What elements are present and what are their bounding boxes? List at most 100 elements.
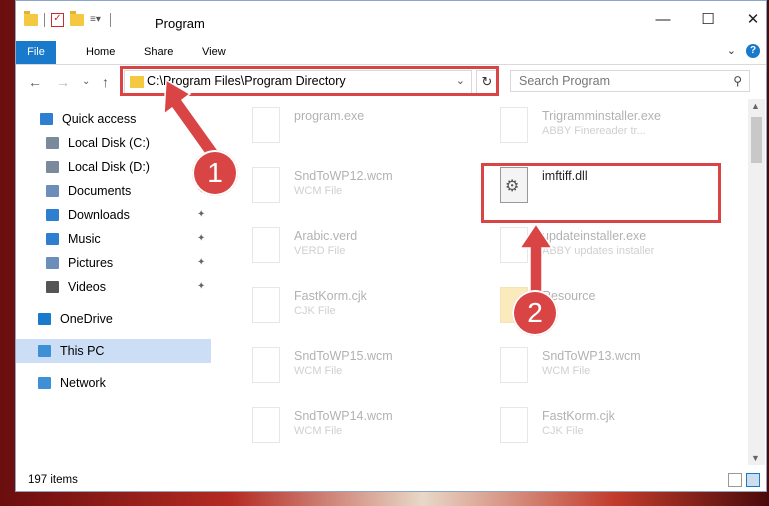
tab-file[interactable]: File (16, 41, 56, 64)
videos-icon (46, 281, 59, 293)
file-item[interactable]: SndToWP15.wcm WCM File (244, 343, 484, 397)
sidebar-item-label: Downloads (68, 208, 130, 222)
help-icon[interactable]: ? (746, 44, 760, 58)
sidebar-item-label: Quick access (62, 112, 137, 126)
sidebar-item-label: Local Disk (C:) (68, 136, 150, 150)
search-box[interactable]: Search Program ⚲ (510, 70, 750, 92)
file-item[interactable]: FastKorm.cjk CJK File (492, 403, 732, 457)
file-icon (500, 347, 528, 383)
folder-icon (24, 11, 38, 26)
file-name: FastKorm.cjk (542, 409, 615, 423)
pin-icon[interactable]: ✦ (197, 227, 205, 251)
vertical-scrollbar[interactable]: ▲ ▼ (748, 99, 765, 465)
search-input[interactable]: Search Program (519, 74, 610, 88)
pin-icon[interactable]: ✦ (197, 203, 205, 227)
cloud-icon (38, 313, 51, 325)
file-list: program.exe Trigramminstaller.exe ABBY Fin… (226, 99, 748, 465)
sidebar-item-label: Videos (68, 280, 106, 294)
search-icon[interactable]: ⚲ (733, 74, 742, 88)
file-type: CJK File (294, 305, 336, 317)
file-item[interactable]: FastKorm.cjk CJK File (244, 283, 484, 337)
drive-icon (46, 161, 59, 173)
close-button[interactable]: ✕ (738, 9, 768, 31)
music-icon (46, 233, 59, 245)
sidebar-item-videos[interactable]: Videos ✦ (16, 275, 211, 299)
computer-icon (38, 345, 51, 357)
callout-1: 1 (192, 150, 238, 196)
file-icon (500, 407, 528, 443)
minimize-button[interactable]: — (648, 9, 678, 31)
documents-icon (46, 185, 59, 197)
network-icon (38, 377, 51, 389)
download-icon (46, 209, 59, 221)
file-name: SndToWP15.wcm (294, 349, 393, 363)
file-item[interactable]: Arabic.verd VERD File (244, 223, 484, 277)
file-item[interactable]: Trigramminstaller.exe ABBY Finereader tr.… (492, 103, 732, 157)
customize-toolbar-icon[interactable]: ≡▾ (90, 14, 104, 26)
properties-icon[interactable]: ✓ (51, 13, 64, 27)
file-item[interactable]: SndToWP12.wcm WCM File (244, 163, 484, 217)
item-count: 197 items (28, 474, 78, 486)
star-icon (40, 113, 53, 125)
new-folder-icon[interactable] (70, 11, 84, 26)
quick-access-toolbar: ✓ ≡▾ (24, 11, 111, 27)
window-title: Program (155, 16, 205, 31)
tab-share[interactable]: Share (136, 41, 181, 64)
file-type: WCM File (294, 365, 343, 377)
file-item[interactable]: program.exe (244, 103, 484, 157)
ribbon: File Home Share View ⌄ ? (16, 41, 766, 65)
file-type: CJK File (542, 425, 584, 437)
file-icon (252, 407, 280, 443)
file-type: WCM File (542, 365, 591, 377)
sidebar-item-documents[interactable]: Documents✦ (16, 179, 211, 203)
file-type: WCM File (294, 425, 343, 437)
pin-icon[interactable]: ✦ (197, 251, 205, 275)
file-icon (500, 107, 528, 143)
details-view-icon[interactable] (728, 473, 742, 487)
sidebar-item-label: Network (60, 376, 106, 390)
back-icon[interactable]: ← (28, 74, 42, 90)
file-name: Trigramminstaller.exe (542, 109, 662, 123)
scrollbar-thumb[interactable] (751, 117, 762, 163)
sidebar-item-label: OneDrive (60, 312, 113, 326)
status-bar: 197 items (16, 471, 766, 491)
file-icon (252, 347, 280, 383)
forward-icon[interactable]: → (56, 74, 70, 90)
file-name: SndToWP13.wcm (542, 349, 641, 363)
scroll-down-icon[interactable]: ▼ (751, 453, 760, 463)
maximize-button[interactable]: ☐ (693, 9, 723, 31)
pictures-icon (46, 257, 59, 269)
file-icon (252, 227, 280, 263)
file-name: SndToWP14.wcm (294, 409, 393, 423)
explorer-window: ✓ ≡▾ Program — ☐ ✕ File Home Share View … (15, 0, 767, 492)
file-type: VERD File (294, 245, 346, 257)
pin-icon[interactable]: ✦ (197, 275, 205, 299)
sidebar-item-downloads[interactable]: Downloads ✦ (16, 203, 211, 227)
sidebar-item-this-pc[interactable]: This PC (16, 339, 211, 363)
file-icon (252, 107, 280, 143)
large-icons-view-icon[interactable] (746, 473, 760, 487)
sidebar-item-pictures[interactable]: Pictures ✦ (16, 251, 211, 275)
file-highlight-box (481, 163, 721, 223)
file-name: Arabic.verd (294, 229, 358, 243)
expand-ribbon-icon[interactable]: ⌄ (727, 44, 736, 58)
up-icon[interactable]: ↑ (102, 74, 109, 90)
sidebar-item-label: Documents (68, 184, 132, 198)
sidebar-item-label: This PC (60, 344, 105, 358)
tab-view[interactable]: View (194, 41, 234, 64)
sidebar-item-label: Pictures (68, 256, 114, 270)
sidebar-item-onedrive[interactable]: OneDrive (16, 307, 211, 331)
file-type: ABBY Finereader tr... (542, 125, 646, 137)
sidebar-item-music[interactable]: Music ✦ (16, 227, 211, 251)
file-item[interactable]: SndToWP13.wcm WCM File (492, 343, 732, 397)
file-item[interactable]: SndToWP14.wcm WCM File (244, 403, 484, 457)
file-name: SndToWP12.wcm (294, 169, 393, 183)
file-type: WCM File (294, 185, 343, 197)
toolbar-divider (44, 13, 45, 27)
recent-locations-icon[interactable]: ⌄ (82, 76, 90, 87)
tab-home[interactable]: Home (78, 41, 123, 64)
sidebar-item-label: Local Disk (D:) (68, 160, 150, 174)
sidebar-item-network[interactable]: Network (16, 371, 211, 395)
scroll-up-icon[interactable]: ▲ (751, 101, 760, 111)
callout-2: 2 (512, 290, 558, 336)
